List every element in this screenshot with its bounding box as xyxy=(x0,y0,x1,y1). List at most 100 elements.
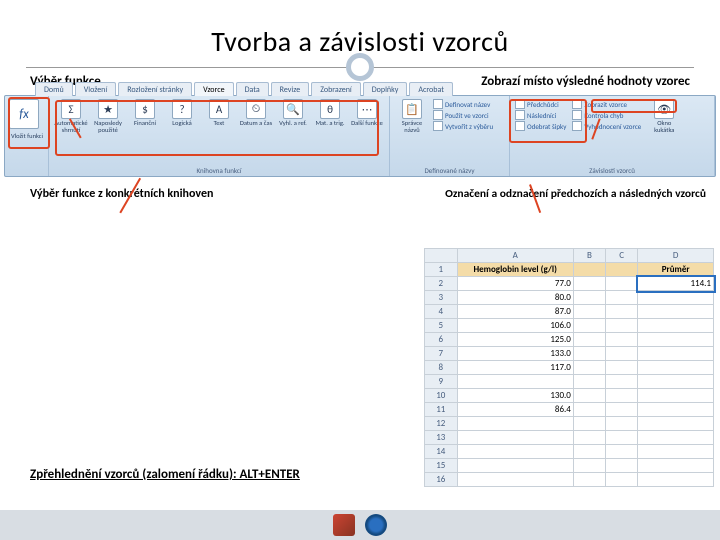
name-manager-button[interactable]: 📋 Správce názvů xyxy=(395,99,429,134)
row-header[interactable]: 2 xyxy=(425,277,458,291)
dep-item[interactable]: Vyhodnocení vzorce xyxy=(572,121,641,131)
row-header[interactable]: 5 xyxy=(425,319,458,333)
cell[interactable] xyxy=(606,459,638,473)
cell[interactable] xyxy=(638,361,714,375)
cell[interactable] xyxy=(457,445,573,459)
cell[interactable] xyxy=(606,319,638,333)
col-header[interactable]: A xyxy=(457,249,573,263)
cell[interactable] xyxy=(606,291,638,305)
cell[interactable] xyxy=(638,333,714,347)
cell[interactable] xyxy=(606,473,638,487)
cell[interactable] xyxy=(638,347,714,361)
cell[interactable] xyxy=(606,403,638,417)
cell[interactable]: 114.1 xyxy=(638,277,714,291)
cell[interactable] xyxy=(606,305,638,319)
fx-icon[interactable]: fx xyxy=(9,99,39,129)
library-button[interactable]: ★Naposledy použité xyxy=(91,99,125,134)
cell[interactable] xyxy=(573,263,605,277)
cell[interactable]: 125.0 xyxy=(457,333,573,347)
dep-item[interactable]: Předchůdci xyxy=(515,99,566,109)
watch-window-button[interactable]: 👁 Okno kukátka xyxy=(647,99,681,134)
col-header[interactable]: B xyxy=(573,249,605,263)
cell[interactable]: 117.0 xyxy=(457,361,573,375)
ribbon-tab[interactable]: Vložení xyxy=(75,82,117,96)
cell[interactable]: Hemoglobin level (g/l) xyxy=(457,263,573,277)
cell[interactable] xyxy=(606,375,638,389)
cell[interactable]: 133.0 xyxy=(457,347,573,361)
cell[interactable] xyxy=(573,291,605,305)
library-button[interactable]: $Finanční xyxy=(128,99,162,134)
cell[interactable] xyxy=(638,403,714,417)
cell[interactable]: 77.0 xyxy=(457,277,573,291)
row-header[interactable]: 14 xyxy=(425,445,458,459)
row-header[interactable]: 13 xyxy=(425,431,458,445)
cell[interactable]: 87.0 xyxy=(457,305,573,319)
cell[interactable] xyxy=(638,445,714,459)
names-item[interactable]: Vytvořit z výběru xyxy=(433,121,493,131)
cell[interactable] xyxy=(573,473,605,487)
cell[interactable] xyxy=(573,347,605,361)
cell[interactable] xyxy=(638,389,714,403)
cell[interactable] xyxy=(606,333,638,347)
library-button[interactable]: AText xyxy=(202,99,236,134)
cell[interactable] xyxy=(573,277,605,291)
ribbon-tab[interactable]: Domů xyxy=(35,82,73,96)
cell[interactable] xyxy=(573,459,605,473)
row-header[interactable]: 15 xyxy=(425,459,458,473)
col-header[interactable]: C xyxy=(606,249,638,263)
cell[interactable]: 106.0 xyxy=(457,319,573,333)
ribbon-tab[interactable]: Zobrazení xyxy=(311,82,361,96)
cell[interactable] xyxy=(606,263,638,277)
library-button[interactable]: ?Logická xyxy=(165,99,199,134)
row-header[interactable]: 8 xyxy=(425,361,458,375)
cell[interactable] xyxy=(638,459,714,473)
row-header[interactable]: 10 xyxy=(425,389,458,403)
cell[interactable] xyxy=(573,431,605,445)
cell[interactable] xyxy=(573,445,605,459)
ribbon-tab[interactable]: Vzorce xyxy=(194,82,233,96)
cell[interactable] xyxy=(573,389,605,403)
cell[interactable] xyxy=(573,403,605,417)
cell[interactable] xyxy=(638,291,714,305)
row-header[interactable]: 12 xyxy=(425,417,458,431)
row-header[interactable]: 3 xyxy=(425,291,458,305)
cell[interactable] xyxy=(638,375,714,389)
cell[interactable]: 130.0 xyxy=(457,389,573,403)
cell[interactable] xyxy=(573,361,605,375)
cell[interactable] xyxy=(457,459,573,473)
cell[interactable] xyxy=(606,361,638,375)
cell[interactable]: Průměr xyxy=(638,263,714,277)
cell[interactable] xyxy=(573,417,605,431)
cell[interactable] xyxy=(573,305,605,319)
cell[interactable] xyxy=(638,319,714,333)
row-header[interactable]: 1 xyxy=(425,263,458,277)
cell[interactable] xyxy=(457,473,573,487)
ribbon-tab[interactable]: Rozložení stránky xyxy=(118,82,192,96)
row-header[interactable]: 7 xyxy=(425,347,458,361)
library-button[interactable]: ⏲Datum a čas xyxy=(239,99,273,134)
library-button[interactable]: ⋯Další funkce xyxy=(350,99,384,134)
cell[interactable] xyxy=(573,375,605,389)
ribbon-tab[interactable]: Revize xyxy=(271,82,310,96)
row-header[interactable]: 16 xyxy=(425,473,458,487)
dep-item[interactable]: Zobrazit vzorce xyxy=(572,99,641,109)
dep-item[interactable]: Kontrola chyb xyxy=(572,110,641,120)
cell[interactable] xyxy=(606,417,638,431)
cell[interactable] xyxy=(573,333,605,347)
row-header[interactable]: 4 xyxy=(425,305,458,319)
col-header[interactable]: D xyxy=(638,249,714,263)
library-button[interactable]: 🔍Vyhl. a ref. xyxy=(276,99,310,134)
cell[interactable] xyxy=(457,375,573,389)
names-item[interactable]: Definovat název xyxy=(433,99,493,109)
cell[interactable] xyxy=(638,431,714,445)
ribbon-tab[interactable]: Acrobat xyxy=(409,82,453,96)
cell[interactable]: 86.4 xyxy=(457,403,573,417)
ribbon-tab[interactable]: Data xyxy=(236,82,269,96)
col-header[interactable] xyxy=(425,249,458,263)
cell[interactable] xyxy=(638,473,714,487)
cell[interactable] xyxy=(606,431,638,445)
cell[interactable] xyxy=(638,305,714,319)
cell[interactable] xyxy=(606,277,638,291)
library-button[interactable]: ΣAutomatické shrnutí xyxy=(54,99,88,134)
cell[interactable] xyxy=(457,417,573,431)
